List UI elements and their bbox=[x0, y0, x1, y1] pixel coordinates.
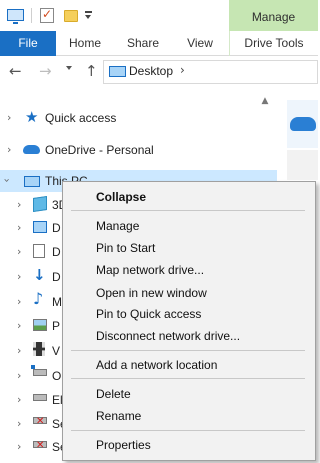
menu-item-pin-to-quick-access[interactable]: Pin to Quick access bbox=[96, 307, 201, 321]
cloud-icon bbox=[23, 145, 40, 154]
expand-chevron-icon[interactable]: › bbox=[17, 440, 21, 453]
properties-icon[interactable] bbox=[40, 7, 54, 23]
back-arrow-icon[interactable]: ← bbox=[9, 63, 22, 79]
menu-item-pin-to-start[interactable]: Pin to Start bbox=[96, 241, 155, 255]
tab-drive-tools[interactable]: Drive Tools bbox=[229, 31, 318, 56]
menu-item-collapse[interactable]: Collapse bbox=[96, 190, 146, 204]
menu-separator bbox=[71, 378, 305, 379]
computer-icon bbox=[24, 176, 40, 187]
nav-item-downloads[interactable]: D bbox=[52, 270, 61, 284]
expand-chevron-icon[interactable]: › bbox=[17, 198, 21, 211]
expand-chevron-icon[interactable]: › bbox=[17, 319, 21, 332]
collapse-chevron-icon[interactable]: › bbox=[1, 178, 14, 182]
menu-item-add-network-location[interactable]: Add a network location bbox=[96, 358, 217, 372]
documents-icon bbox=[33, 244, 45, 258]
drive-icon bbox=[33, 394, 47, 401]
customize-toolbar-dropdown-icon[interactable] bbox=[84, 9, 93, 21]
tab-file[interactable]: File bbox=[0, 31, 56, 56]
menu-separator bbox=[71, 210, 305, 211]
menu-item-rename[interactable]: Rename bbox=[96, 409, 141, 423]
desktop-icon bbox=[33, 221, 47, 233]
menu-item-open-in-new-window[interactable]: Open in new window bbox=[96, 286, 207, 300]
menu-separator bbox=[71, 430, 305, 431]
star-icon: ★ bbox=[25, 108, 39, 126]
nav-item-onedrive[interactable]: OneDrive - Personal bbox=[45, 143, 154, 157]
pictures-icon bbox=[33, 319, 47, 331]
disconnected-drive-icon bbox=[33, 440, 47, 451]
menu-item-properties[interactable]: Properties bbox=[96, 438, 151, 452]
3d-objects-icon bbox=[33, 196, 47, 212]
nav-item-documents[interactable]: D bbox=[52, 245, 61, 259]
os-drive-icon bbox=[31, 365, 47, 376]
expand-chevron-icon[interactable]: › bbox=[17, 417, 21, 430]
content-tile[interactable] bbox=[287, 150, 318, 180]
nav-item-desktop[interactable]: D bbox=[52, 221, 61, 235]
nav-item-music[interactable]: M bbox=[52, 295, 62, 309]
expand-chevron-icon[interactable]: › bbox=[17, 393, 21, 406]
nav-item-videos[interactable]: V bbox=[52, 344, 60, 358]
cloud-icon bbox=[290, 117, 316, 131]
toolbar-divider bbox=[31, 8, 32, 23]
expand-chevron-icon[interactable]: › bbox=[17, 369, 21, 382]
disconnected-drive-icon bbox=[33, 416, 47, 427]
breadcrumb-chevron-icon[interactable]: › bbox=[180, 63, 185, 77]
recent-locations-dropdown-icon[interactable] bbox=[66, 66, 72, 70]
nav-item-quick-access[interactable]: Quick access bbox=[45, 111, 116, 125]
videos-icon bbox=[33, 342, 45, 356]
menu-item-disconnect-network-drive[interactable]: Disconnect network drive... bbox=[96, 329, 240, 343]
expand-chevron-icon[interactable]: › bbox=[17, 270, 21, 283]
expand-chevron-icon[interactable]: › bbox=[7, 143, 11, 156]
scroll-up-arrow-icon[interactable]: ▲ bbox=[259, 96, 271, 108]
tab-view[interactable]: View bbox=[172, 31, 228, 56]
tab-share[interactable]: Share bbox=[114, 31, 172, 56]
new-folder-icon[interactable] bbox=[64, 10, 78, 22]
forward-arrow-icon[interactable]: → bbox=[39, 63, 52, 79]
desktop-location-icon bbox=[109, 66, 126, 77]
expand-chevron-icon[interactable]: › bbox=[7, 111, 11, 124]
expand-chevron-icon[interactable]: › bbox=[17, 295, 21, 308]
nav-item-os-drive[interactable]: O bbox=[52, 369, 61, 383]
expand-chevron-icon[interactable]: › bbox=[17, 245, 21, 258]
tab-home[interactable]: Home bbox=[56, 31, 114, 56]
menu-separator bbox=[71, 350, 305, 351]
menu-item-map-network-drive[interactable]: Map network drive... bbox=[96, 263, 204, 277]
menu-item-manage[interactable]: Manage bbox=[96, 219, 139, 233]
downloads-icon: ↓ bbox=[33, 266, 46, 284]
computer-icon[interactable] bbox=[7, 9, 24, 24]
menu-item-delete[interactable]: Delete bbox=[96, 387, 131, 401]
nav-item-pictures[interactable]: P bbox=[52, 319, 60, 333]
expand-chevron-icon[interactable]: › bbox=[17, 221, 21, 234]
music-icon: ♪ bbox=[33, 289, 44, 308]
manage-context-label: Manage bbox=[251, 10, 296, 24]
up-arrow-icon[interactable]: ↑ bbox=[85, 63, 98, 79]
address-location-text[interactable]: Desktop bbox=[129, 64, 173, 78]
expand-chevron-icon[interactable]: › bbox=[17, 344, 21, 357]
